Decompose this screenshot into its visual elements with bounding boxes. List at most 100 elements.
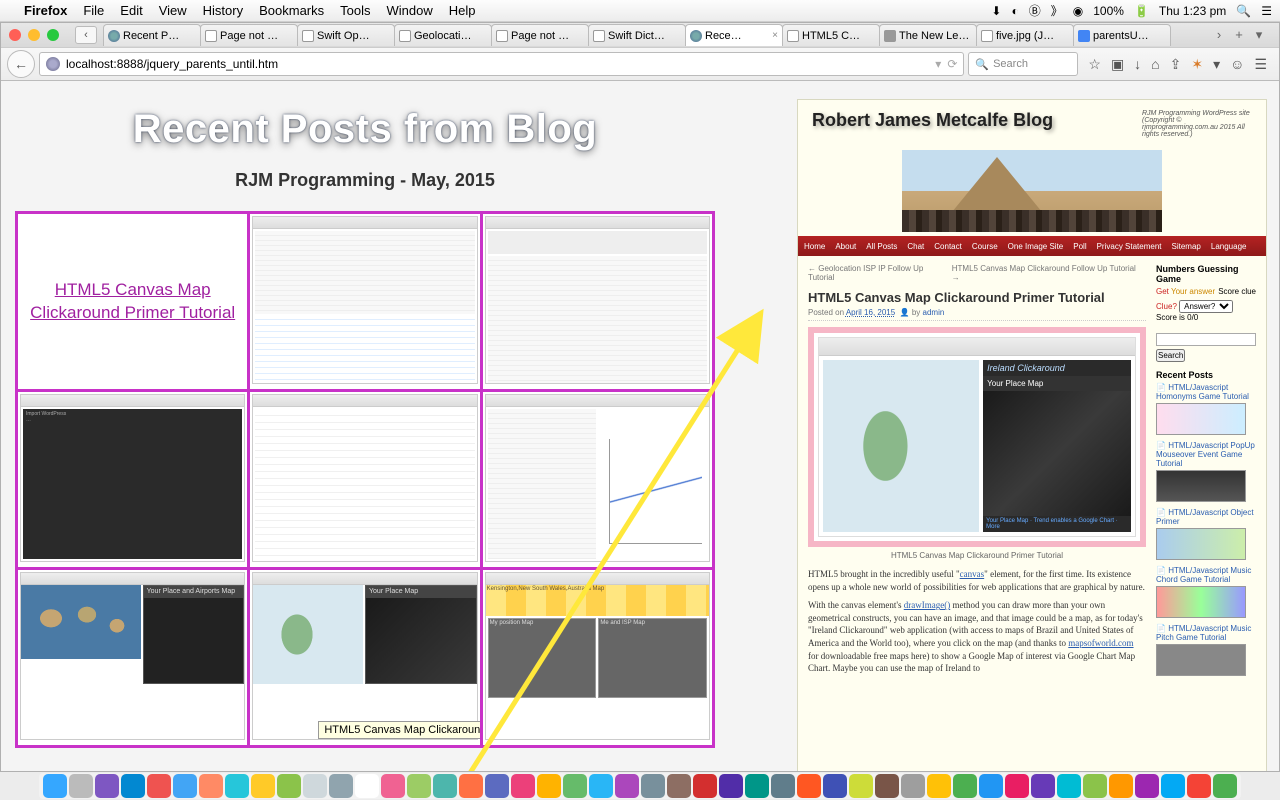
sidebar-post-link-0[interactable]: HTML/Javascript Homonyms Game Tutorial [1156, 383, 1249, 401]
tab-close-6[interactable]: × [772, 30, 778, 41]
dock-app-17[interactable] [485, 774, 509, 798]
dock-app-43[interactable] [1161, 774, 1185, 798]
tab-10[interactable]: parentsU… [1073, 24, 1171, 46]
tab-7[interactable]: HTML5 C… [782, 24, 880, 46]
dock-app-21[interactable] [589, 774, 613, 798]
tab-9[interactable]: five.jpg (J… [976, 24, 1074, 46]
blognav-home[interactable]: Home [804, 242, 825, 251]
dock-app-2[interactable] [95, 774, 119, 798]
reader-mode-icon[interactable]: ▾ [935, 57, 941, 71]
dock-app-10[interactable] [303, 774, 327, 798]
chat-icon[interactable]: ☺ [1230, 56, 1244, 72]
tab-8[interactable]: The New Lear… [879, 24, 977, 46]
dock-app-31[interactable] [849, 774, 873, 798]
menu-help[interactable]: Help [449, 3, 476, 18]
sidebar-search-button[interactable]: Search [1156, 349, 1185, 362]
dock-app-32[interactable] [875, 774, 899, 798]
blognav-all-posts[interactable]: All Posts [866, 242, 897, 251]
blognav-course[interactable]: Course [972, 242, 998, 251]
menu-history[interactable]: History [203, 3, 243, 18]
tab-5[interactable]: Swift Dict… [588, 24, 686, 46]
menu-edit[interactable]: Edit [120, 3, 142, 18]
dock-app-23[interactable] [641, 774, 665, 798]
grid-cell-9[interactable]: Kensington,New South Wales,Australia Map… [483, 570, 712, 745]
blog-title[interactable]: Robert James Metcalfe Blog [812, 110, 1053, 138]
zoom-window-button[interactable] [47, 29, 59, 41]
grid-cell-2[interactable] [250, 214, 479, 389]
blognav-chat[interactable]: Chat [907, 242, 924, 251]
grid-cell-6[interactable] [483, 392, 712, 567]
clock[interactable]: Thu 1:23 pm [1159, 4, 1226, 18]
dock-app-45[interactable] [1213, 774, 1237, 798]
dock-app-28[interactable] [771, 774, 795, 798]
next-post-link[interactable]: HTML5 Canvas Map Clickaround Follow Up T… [952, 264, 1146, 282]
menu-window[interactable]: Window [387, 3, 433, 18]
dock-app-7[interactable] [225, 774, 249, 798]
sidebar-post-link-2[interactable]: HTML/Javascript Object Primer [1156, 508, 1254, 526]
tab-4[interactable]: Page not … [491, 24, 589, 46]
dock-app-8[interactable] [251, 774, 275, 798]
blognav-language[interactable]: Language [1211, 242, 1247, 251]
all-tabs-button[interactable]: ▾ [1251, 27, 1267, 43]
url-bar[interactable]: localhost:8888/jquery_parents_until.htm … [39, 52, 964, 76]
menu-tools[interactable]: Tools [340, 3, 370, 18]
dock-app-22[interactable] [615, 774, 639, 798]
sidebar-search-input[interactable] [1156, 333, 1256, 346]
post-date-link[interactable]: April 16, 2015 [846, 308, 895, 317]
tab-0[interactable]: Recent P… [103, 24, 201, 46]
reload-icon[interactable]: ⟳ [947, 57, 957, 71]
grid-cell-5[interactable] [250, 392, 479, 567]
blognav-about[interactable]: About [835, 242, 856, 251]
minimize-window-button[interactable] [28, 29, 40, 41]
dock-app-4[interactable] [147, 774, 171, 798]
sidebar-post-link-1[interactable]: HTML/Javascript PopUp Mouseover Event Ga… [1156, 441, 1255, 468]
dock-app-29[interactable] [797, 774, 821, 798]
dock-app-30[interactable] [823, 774, 847, 798]
pocket-icon[interactable]: ▣ [1111, 56, 1124, 73]
sidebar-post-thumb-1[interactable] [1156, 470, 1246, 502]
dock-app-38[interactable] [1031, 774, 1055, 798]
share-icon[interactable]: ⇪ [1170, 56, 1182, 73]
blognav-sitemap[interactable]: Sitemap [1172, 242, 1201, 251]
spotlight-icon[interactable]: 🔍 [1236, 4, 1251, 18]
dock-app-39[interactable] [1057, 774, 1081, 798]
wifi-icon[interactable]: ◉ [1073, 4, 1083, 18]
prev-post-link[interactable]: ← Geolocation ISP IP Follow Up Tutorial [808, 264, 952, 282]
menu-icon[interactable]: ☰ [1254, 56, 1267, 73]
dock-app-41[interactable] [1109, 774, 1133, 798]
bookmark-star-icon[interactable]: ☆ [1088, 56, 1101, 73]
dock-app-11[interactable] [329, 774, 353, 798]
sidebar-post-thumb-3[interactable] [1156, 586, 1246, 618]
dock-app-12[interactable] [355, 774, 379, 798]
post-author-link[interactable]: admin [923, 308, 945, 317]
dock-app-20[interactable] [563, 774, 587, 798]
downloads-icon[interactable]: ↓ [1134, 56, 1141, 72]
menu-file[interactable]: File [83, 3, 104, 18]
dock-app-15[interactable] [433, 774, 457, 798]
dock-app-3[interactable] [121, 774, 145, 798]
blognav-poll[interactable]: Poll [1073, 242, 1086, 251]
site-identity-icon[interactable] [46, 57, 60, 71]
dock-app-44[interactable] [1187, 774, 1211, 798]
dock-app-36[interactable] [979, 774, 1003, 798]
extension-2-icon[interactable]: ▾ [1213, 56, 1220, 73]
dock-app-26[interactable] [719, 774, 743, 798]
extension-1-icon[interactable]: ✶ [1191, 56, 1203, 73]
sidebar-post-thumb-2[interactable] [1156, 528, 1246, 560]
evernote-icon[interactable]: 》 [1051, 2, 1063, 19]
dock-app-14[interactable] [407, 774, 431, 798]
dock-app-37[interactable] [1005, 774, 1029, 798]
canvas-link[interactable]: canvas [960, 569, 985, 579]
blognav-one-image-site[interactable]: One Image Site [1008, 242, 1064, 251]
dock-app-25[interactable] [693, 774, 717, 798]
grid-cell-4[interactable]: Import WordPress… [18, 392, 247, 567]
sidebar-toggle-button[interactable]: ‹ [75, 26, 97, 44]
post-featured-image[interactable]: Ireland Clickaround Your Place Map Your … [808, 327, 1146, 547]
bold-b-icon[interactable]: Ⓑ [1029, 2, 1041, 19]
new-tab-button[interactable]: + [1231, 27, 1247, 43]
sync-icon[interactable]: ◐ [1011, 4, 1018, 18]
dock-app-5[interactable] [173, 774, 197, 798]
search-box[interactable]: 🔍 Search [968, 52, 1078, 76]
home-icon[interactable]: ⌂ [1151, 56, 1159, 72]
dock-app-40[interactable] [1083, 774, 1107, 798]
